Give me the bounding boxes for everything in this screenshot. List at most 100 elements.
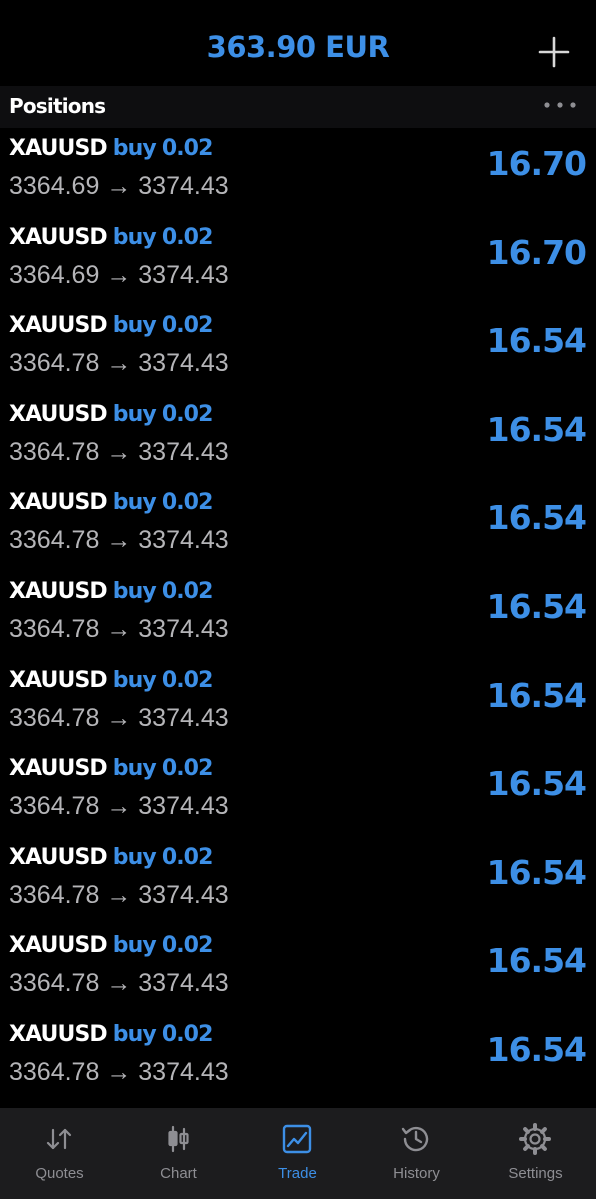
position-profit: 16.54 <box>486 675 587 715</box>
position-side: buy <box>112 756 157 782</box>
position-symbol: XAUUSD <box>9 933 108 959</box>
position-symbol: XAUUSD <box>9 313 108 339</box>
gear-icon <box>518 1122 552 1156</box>
position-row[interactable]: XAUUSD buy 0.02 3364.78 → 3374.43 16.54 <box>0 925 596 1014</box>
position-title: XAUUSD buy 0.02 <box>9 756 213 781</box>
position-title: XAUUSD buy 0.02 <box>9 136 213 161</box>
position-title: XAUUSD buy 0.02 <box>9 579 213 604</box>
position-side: buy <box>112 136 157 161</box>
position-symbol: XAUUSD <box>9 667 108 693</box>
tab-label: Chart <box>160 1165 197 1182</box>
position-symbol: XAUUSD <box>9 224 108 250</box>
position-row[interactable]: XAUUSD buy 0.02 3364.78 → 3374.43 16.54 <box>0 394 596 483</box>
position-prices: 3364.78 → 3374.43 <box>9 969 229 998</box>
position-prices: 3364.78 → 3374.43 <box>9 1057 229 1086</box>
history-clock-icon <box>399 1122 433 1156</box>
tab-label: Quotes <box>35 1165 84 1182</box>
position-volume: 0.02 <box>161 667 214 693</box>
position-profit: 16.54 <box>486 1029 587 1069</box>
position-prices: 3364.78 → 3374.43 <box>9 880 229 909</box>
position-volume: 0.02 <box>161 578 214 604</box>
tab-history[interactable]: History <box>357 1108 476 1199</box>
positions-list: XAUUSD buy 0.02 3364.69 → 3374.43 16.70 XAUUS… <box>0 128 596 1103</box>
position-title: XAUUSD buy 0.02 <box>9 933 213 958</box>
position-volume: 0.02 <box>161 490 214 516</box>
position-volume: 0.02 <box>161 313 214 339</box>
position-volume: 0.02 <box>161 401 214 427</box>
position-title: XAUUSD buy 0.02 <box>9 225 213 250</box>
position-profit: 16.70 <box>486 232 587 272</box>
position-row[interactable]: XAUUSD buy 0.02 3364.69 → 3374.43 16.70 <box>0 217 596 306</box>
position-profit: 16.54 <box>486 941 587 981</box>
position-prices: 3364.78 → 3374.43 <box>9 703 229 732</box>
position-side: buy <box>112 401 157 427</box>
position-volume: 0.02 <box>161 224 214 250</box>
position-title: XAUUSD buy 0.02 <box>9 402 213 427</box>
tab-trade[interactable]: Trade <box>238 1108 357 1199</box>
position-row[interactable]: XAUUSD buy 0.02 3364.78 → 3374.43 16.54 <box>0 305 596 394</box>
position-volume: 0.02 <box>161 844 214 870</box>
position-profit: 16.54 <box>486 764 587 804</box>
position-volume: 0.02 <box>161 1021 214 1047</box>
position-row[interactable]: XAUUSD buy 0.02 3364.78 → 3374.43 16.54 <box>0 837 596 926</box>
position-row[interactable]: XAUUSD buy 0.02 3364.78 → 3374.43 16.54 <box>0 571 596 660</box>
position-profit: 16.54 <box>486 321 587 361</box>
position-side: buy <box>112 578 157 604</box>
position-title: XAUUSD buy 0.02 <box>9 1022 213 1047</box>
position-title: XAUUSD buy 0.02 <box>9 490 213 515</box>
candlestick-icon <box>161 1122 195 1156</box>
position-profit: 16.54 <box>486 498 587 538</box>
position-title: XAUUSD buy 0.02 <box>9 845 213 870</box>
position-row[interactable]: XAUUSD buy 0.02 3364.78 → 3374.43 16.54 <box>0 660 596 749</box>
position-side: buy <box>112 224 157 250</box>
tab-bar: Quotes Chart Trade History Settings <box>0 1108 596 1199</box>
position-profit: 16.70 <box>486 144 587 183</box>
position-symbol: XAUUSD <box>9 136 108 161</box>
tab-chart[interactable]: Chart <box>119 1108 238 1199</box>
top-bar: 363.90 EUR <box>0 0 596 86</box>
position-symbol: XAUUSD <box>9 578 108 604</box>
position-symbol: XAUUSD <box>9 401 108 427</box>
ellipsis-icon[interactable] <box>540 98 580 112</box>
position-side: buy <box>112 1021 157 1047</box>
position-row[interactable]: XAUUSD buy 0.02 3364.69 → 3374.43 16.70 <box>0 128 596 217</box>
position-prices: 3364.69 → 3374.43 <box>9 260 229 289</box>
position-prices: 3364.78 → 3374.43 <box>9 614 229 643</box>
position-title: XAUUSD buy 0.02 <box>9 313 213 338</box>
position-prices: 3364.78 → 3374.43 <box>9 349 229 378</box>
tab-label: Settings <box>508 1165 563 1182</box>
position-prices: 3364.78 → 3374.43 <box>9 526 229 555</box>
position-row[interactable]: XAUUSD buy 0.02 3364.78 → 3374.43 16.54 <box>0 748 596 837</box>
position-volume: 0.02 <box>161 756 214 782</box>
positions-section-header: Positions <box>0 86 596 128</box>
position-symbol: XAUUSD <box>9 490 108 516</box>
position-volume: 0.02 <box>161 933 214 959</box>
position-side: buy <box>112 313 157 339</box>
position-side: buy <box>112 667 157 693</box>
position-side: buy <box>112 933 157 959</box>
section-title: Positions <box>9 94 106 118</box>
position-title: XAUUSD buy 0.02 <box>9 668 213 693</box>
position-prices: 3364.78 → 3374.43 <box>9 437 229 466</box>
account-balance: 363.90 EUR <box>206 30 390 64</box>
trade-chart-icon <box>280 1122 314 1156</box>
tab-label: Trade <box>278 1165 317 1182</box>
position-profit: 16.54 <box>486 586 587 626</box>
position-row[interactable]: XAUUSD buy 0.02 3364.78 → 3374.43 16.54 <box>0 1014 596 1103</box>
position-prices: 3364.78 → 3374.43 <box>9 792 229 821</box>
position-prices: 3364.69 → 3374.43 <box>9 172 229 200</box>
position-symbol: XAUUSD <box>9 1021 108 1047</box>
tab-label: History <box>393 1165 440 1182</box>
position-symbol: XAUUSD <box>9 756 108 782</box>
plus-icon[interactable] <box>536 34 572 70</box>
position-profit: 16.54 <box>486 409 587 449</box>
position-symbol: XAUUSD <box>9 844 108 870</box>
position-side: buy <box>112 490 157 516</box>
position-volume: 0.02 <box>161 136 214 161</box>
position-profit: 16.54 <box>486 852 587 892</box>
quotes-arrows-icon <box>42 1122 76 1156</box>
tab-quotes[interactable]: Quotes <box>0 1108 119 1199</box>
tab-settings[interactable]: Settings <box>476 1108 595 1199</box>
position-side: buy <box>112 844 157 870</box>
position-row[interactable]: XAUUSD buy 0.02 3364.78 → 3374.43 16.54 <box>0 482 596 571</box>
